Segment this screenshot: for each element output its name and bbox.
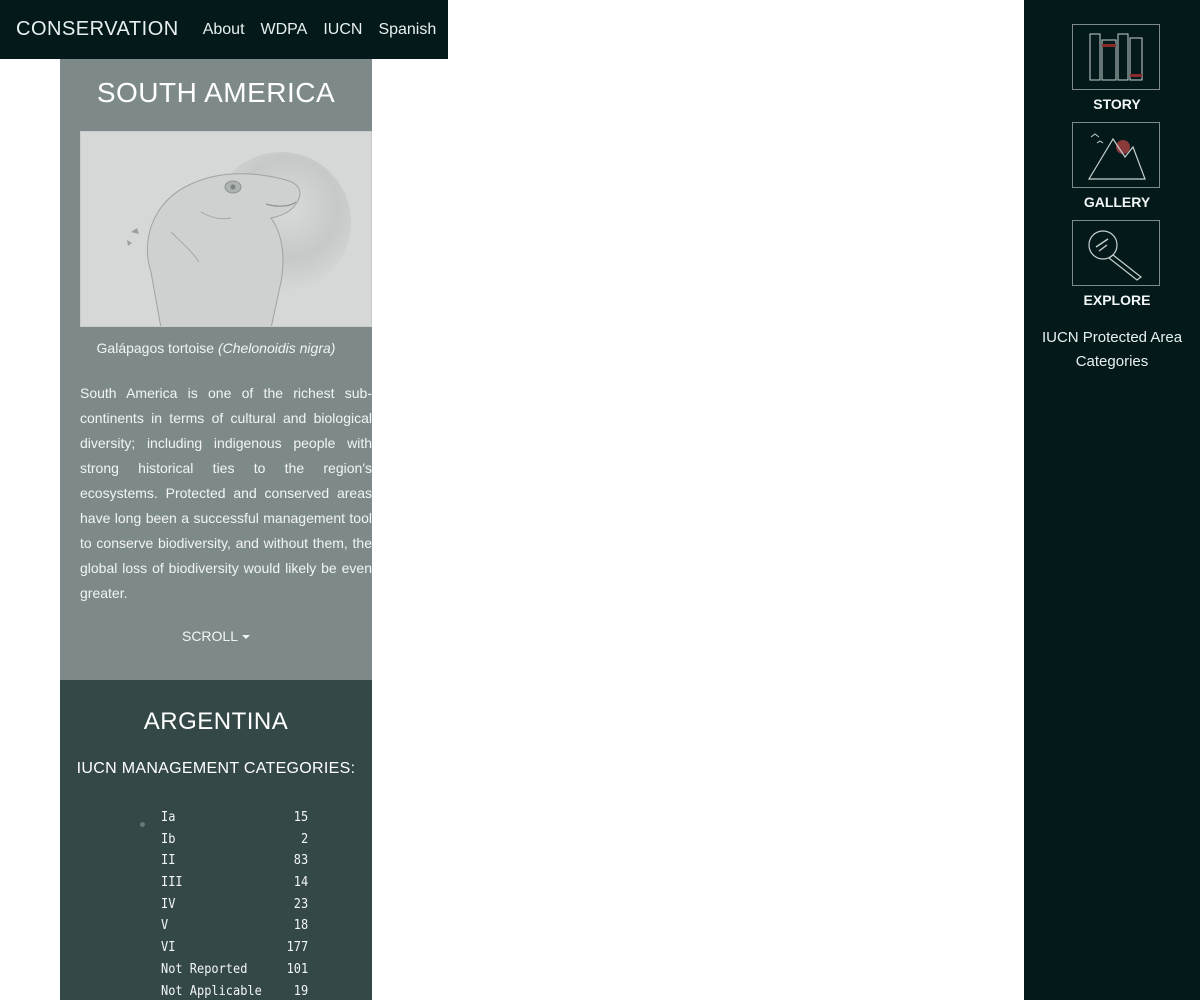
category-count: 19 [294,984,308,1005]
category-row: Ia 15 [161,810,308,832]
category-row: IV 23 [161,897,308,919]
categories-heading: IUCN MANAGEMENT CATEGORIES: [60,760,372,778]
story-nav-button[interactable]: STORY [1072,24,1162,112]
category-label: III [161,875,183,897]
nav-link-iucn[interactable]: IUCN [323,21,362,39]
tortoise-sketch-image [80,131,372,327]
category-count: 14 [294,875,308,897]
category-count: 15 [294,810,308,832]
country-title: ARGENTINA [60,708,372,736]
image-caption: Galápagos tortoise (Chelonoidis nigra) [60,340,372,356]
region-title: SOUTH AMERICA [60,77,372,109]
right-sidebar: STORY GALLERY EXPLORE IUCN Protected Are… [1024,0,1200,1000]
gallery-nav-button[interactable]: GALLERY [1072,122,1162,210]
category-count: 18 [294,918,308,940]
mountain-icon [1072,122,1160,188]
top-navbar: CONSERVATION About WDPA IUCN Spanish [0,0,448,59]
category-count: 177 [287,940,309,962]
category-label: VI [161,940,175,962]
gallery-label: GALLERY [1072,194,1162,210]
nav-link-spanish[interactable]: Spanish [378,21,436,39]
category-row: II 83 [161,853,308,875]
category-count: 101 [287,962,309,984]
scroll-button[interactable]: SCROLL [60,628,372,644]
intro-panel: SOUTH AMERICA Galápagos tortoise (Chelon [60,59,372,680]
category-label: V [161,918,168,940]
explore-label: EXPLORE [1072,292,1162,308]
category-count: 83 [294,853,308,875]
caption-scientific-name: (Chelonoidis nigra) [218,340,336,356]
caret-down-icon [242,635,250,639]
iucn-categories-link[interactable]: IUCN Protected Area Categories [1024,326,1200,374]
category-row: Not Reported 101 [161,962,308,984]
region-description: South America is one of the richest sub-… [80,381,372,606]
category-count: 2 [301,832,308,854]
category-row: Ib 2 [161,832,308,854]
category-label: Ia [161,810,175,832]
category-row: VI 177 [161,940,308,962]
books-icon [1072,24,1160,90]
category-row: III 14 [161,875,308,897]
story-label: STORY [1072,96,1162,112]
country-panel: ARGENTINA IUCN MANAGEMENT CATEGORIES: Ia… [60,680,372,1000]
caption-common-name: Galápagos tortoise [97,340,218,356]
nav-link-wdpa[interactable]: WDPA [261,21,308,39]
category-count: 23 [294,897,308,919]
magnifier-icon [1072,220,1160,286]
category-label: II [161,853,175,875]
brand-logo[interactable]: CONSERVATION [16,18,179,41]
category-label: Not Applicable [161,984,262,1005]
explore-nav-button[interactable]: EXPLORE [1072,220,1162,308]
scroll-label: SCROLL [182,628,238,644]
category-row: Not Applicable 19 [161,984,308,1005]
category-label: IV [161,897,175,919]
bullet-icon [140,822,145,827]
category-label: Ib [161,832,175,854]
category-label: Not Reported [161,962,247,984]
nav-link-about[interactable]: About [203,21,245,39]
category-row: V 18 [161,918,308,940]
categories-list: Ia 15 Ib 2 II 83 III 14 IV 23 V 18 VI 177 Not R… [161,810,321,1005]
